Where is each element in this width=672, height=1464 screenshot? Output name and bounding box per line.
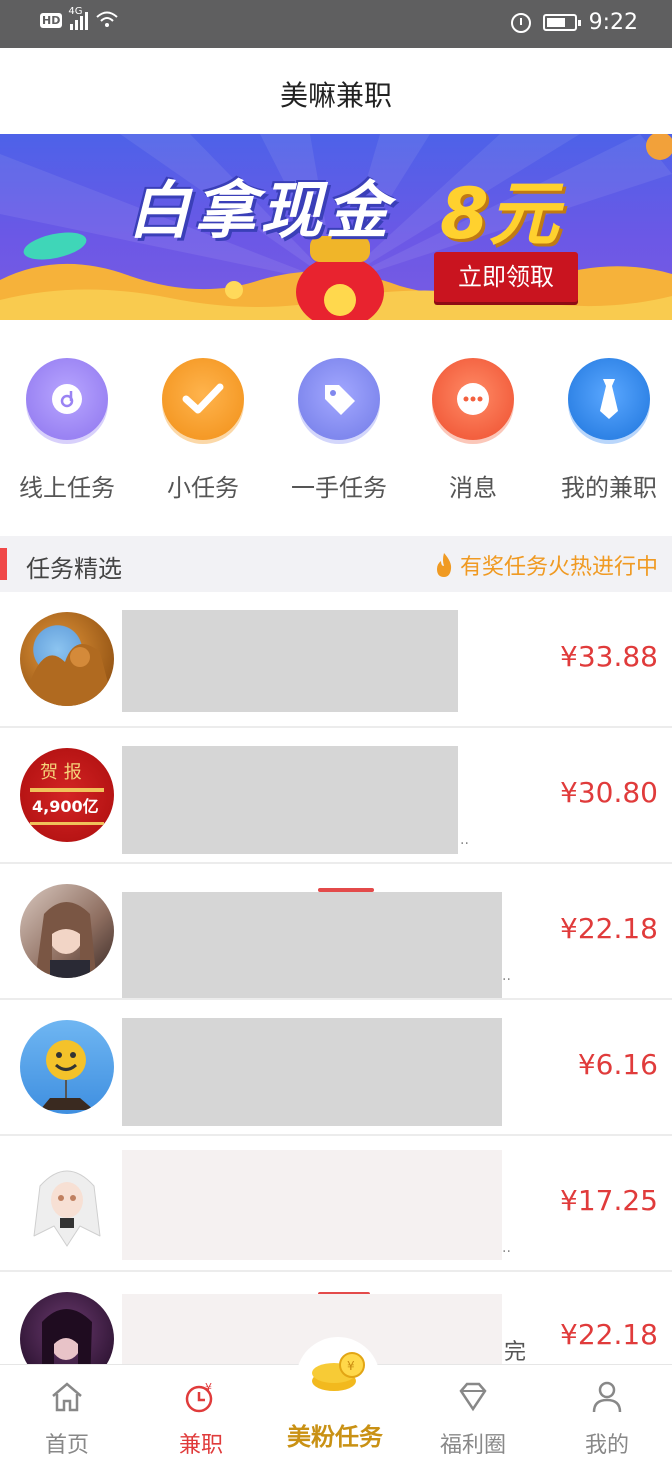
ellipsis-mark: .. bbox=[460, 832, 469, 848]
flame-icon bbox=[436, 553, 452, 577]
svg-text:贺 报: 贺 报 bbox=[40, 762, 82, 783]
task-title-redacted bbox=[122, 1018, 502, 1126]
hd-badge: HD bbox=[40, 12, 63, 28]
category-label: 线上任务 bbox=[19, 474, 115, 502]
checkmark-icon bbox=[162, 358, 244, 440]
avatar bbox=[20, 612, 114, 706]
task-price: ¥6.16 bbox=[577, 1048, 658, 1081]
task-price: ¥22.18 bbox=[560, 912, 658, 945]
section-accent-bar bbox=[0, 548, 7, 580]
avatar: 贺 报 4,900亿 bbox=[20, 748, 114, 842]
task-title-redacted bbox=[122, 610, 458, 712]
task-price: ¥17.25 bbox=[560, 1184, 658, 1217]
category-label: 小任务 bbox=[167, 474, 239, 502]
tab-fan-tasks[interactable]: 美粉任务 bbox=[268, 1409, 402, 1452]
status-right: 9:22 bbox=[510, 10, 638, 35]
wifi-icon bbox=[96, 11, 119, 27]
tab-label: 我的 bbox=[584, 1433, 629, 1458]
clock-yuan-icon: ¥ bbox=[185, 1381, 213, 1413]
avatar bbox=[20, 884, 114, 978]
signal-icon: 4G bbox=[68, 6, 89, 30]
tab-label: 兼职 bbox=[178, 1433, 223, 1458]
alarm-icon bbox=[510, 12, 531, 33]
category-online-tasks[interactable]: 线上任务 bbox=[2, 358, 132, 503]
battery-icon bbox=[542, 14, 581, 31]
tab-parttime[interactable]: ¥ 兼职 bbox=[134, 1379, 268, 1459]
promo-text: 有奖任务火热进行中 bbox=[459, 555, 658, 580]
claim-button[interactable]: 立即领取 bbox=[434, 252, 578, 302]
task-price: ¥30.80 bbox=[560, 776, 658, 809]
status-left: HD 4G bbox=[40, 6, 119, 30]
tab-welfare[interactable]: 福利圈 bbox=[406, 1379, 540, 1459]
task-row[interactable]: ¥33.88 bbox=[0, 592, 672, 728]
tag-icon bbox=[298, 358, 380, 440]
task-title-redacted bbox=[122, 746, 458, 854]
banner-headline: 白拿现金 bbox=[128, 174, 393, 247]
svg-text:4,900亿: 4,900亿 bbox=[32, 797, 99, 816]
category-label: 一手任务 bbox=[291, 474, 387, 502]
category-label: 消息 bbox=[449, 474, 497, 502]
task-title-redacted bbox=[122, 892, 502, 998]
category-messages[interactable]: 消息 bbox=[408, 358, 538, 503]
person-icon bbox=[592, 1381, 622, 1413]
task-price: ¥33.88 bbox=[560, 640, 658, 673]
disc-icon bbox=[26, 358, 108, 440]
task-row[interactable]: .. ¥17.25 bbox=[0, 1136, 672, 1272]
promo-banner[interactable]: 白拿现金 8元 立即领取 bbox=[0, 134, 672, 320]
task-price: ¥22.18 bbox=[560, 1318, 658, 1351]
task-title-redacted bbox=[122, 1150, 502, 1260]
tab-label: 福利圈 bbox=[439, 1433, 506, 1458]
ellipsis-mark: .. bbox=[502, 968, 511, 984]
ellipsis-mark: .. bbox=[502, 1240, 511, 1256]
task-list: ¥33.88 贺 报 4,900亿 .. ¥30.80 .. ¥22.18 ¥6.… bbox=[0, 592, 672, 1386]
tab-home[interactable]: 首页 bbox=[0, 1379, 134, 1459]
category-small-tasks[interactable]: 小任务 bbox=[138, 358, 268, 503]
bottom-tab-bar: ¥ 首页 ¥ 兼职 美粉任务 福利圈 我的 bbox=[0, 1337, 672, 1464]
task-extra-text: 完 bbox=[504, 1340, 527, 1365]
task-row[interactable]: ¥6.16 bbox=[0, 1000, 672, 1136]
category-row: 线上任务 小任务 一手任务 消息 我的兼职 bbox=[0, 330, 672, 530]
banner-amount: 8元 bbox=[440, 173, 559, 255]
chat-bubble-icon bbox=[432, 358, 514, 440]
tab-label: 美粉任务 bbox=[287, 1423, 383, 1451]
network-type: 4G bbox=[68, 6, 83, 17]
tie-icon bbox=[568, 358, 650, 440]
diamond-icon bbox=[459, 1382, 487, 1412]
status-time: 9:22 bbox=[588, 10, 638, 35]
task-row[interactable]: .. ¥22.18 bbox=[0, 864, 672, 1000]
category-firsthand-tasks[interactable]: 一手任务 bbox=[274, 358, 404, 503]
task-row[interactable]: 贺 报 4,900亿 .. ¥30.80 bbox=[0, 728, 672, 864]
page-title: 美嘛兼职 bbox=[279, 79, 392, 112]
svg-text:¥: ¥ bbox=[205, 1381, 212, 1394]
category-my-jobs[interactable]: 我的兼职 bbox=[544, 358, 672, 503]
avatar bbox=[20, 1020, 114, 1114]
status-bar: HD 4G 9:22 bbox=[0, 0, 672, 48]
category-label: 我的兼职 bbox=[561, 474, 657, 502]
section-header: 任务精选 有奖任务火热进行中 bbox=[0, 536, 672, 592]
avatar bbox=[20, 1156, 114, 1250]
home-icon bbox=[52, 1382, 82, 1412]
tab-profile[interactable]: 我的 bbox=[540, 1379, 672, 1459]
app-screen: HD 4G 9:22 美嘛兼职 白拿现金 8元 立即领取 线上任务 小任务 一手… bbox=[0, 0, 672, 1464]
section-title: 任务精选 bbox=[26, 555, 122, 583]
title-bar: 美嘛兼职 bbox=[0, 48, 672, 134]
svg-text:¥: ¥ bbox=[347, 1359, 355, 1373]
tab-label: 首页 bbox=[44, 1433, 89, 1458]
section-promo[interactable]: 有奖任务火热进行中 bbox=[434, 549, 658, 581]
